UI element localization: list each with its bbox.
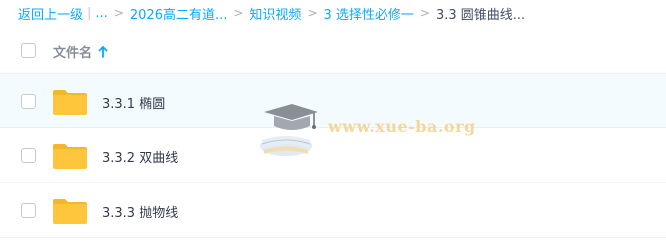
breadcrumb-item-course[interactable]: 2026高二有道... bbox=[130, 4, 227, 23]
file-name[interactable]: 3.3.1 椭圆 bbox=[102, 93, 165, 112]
chevron-right-icon: > bbox=[233, 6, 244, 20]
chevron-right-icon: > bbox=[307, 6, 318, 20]
select-all-checkbox[interactable] bbox=[21, 43, 36, 58]
folder-icon bbox=[53, 144, 87, 169]
breadcrumb-item-videos[interactable]: 知识视频 bbox=[249, 4, 301, 23]
list-header: 文件名 bbox=[0, 30, 666, 72]
row-checkbox[interactable] bbox=[21, 94, 36, 109]
arrow-up-icon[interactable] bbox=[98, 45, 108, 58]
list-item[interactable]: 3.3.3 抛物线 bbox=[0, 183, 666, 238]
breadcrumb-current: 3.3 圆锥曲线... bbox=[435, 7, 526, 23]
breadcrumb: 返回上一级 | ... > 2026高二有道... > 知识视频 > 3 选择性… bbox=[18, 4, 526, 23]
folder-icon bbox=[53, 90, 87, 115]
file-browser: 返回上一级 | ... > 2026高二有道... > 知识视频 > 3 选择性… bbox=[0, 0, 666, 241]
list-item[interactable]: 3.3.1 椭圆 bbox=[0, 73, 666, 128]
chevron-right-icon: > bbox=[419, 6, 430, 20]
file-name[interactable]: 3.3.3 抛物线 bbox=[102, 202, 178, 221]
breadcrumb-divider: | bbox=[87, 5, 92, 21]
row-checkbox[interactable] bbox=[21, 148, 36, 163]
folder-icon bbox=[53, 199, 87, 224]
filename-column-header[interactable]: 文件名 bbox=[53, 42, 108, 61]
file-name[interactable]: 3.3.2 双曲线 bbox=[102, 147, 178, 166]
list-item[interactable]: 3.3.2 双曲线 bbox=[0, 128, 666, 183]
row-checkbox[interactable] bbox=[21, 203, 36, 218]
file-list: 3.3.1 椭圆 3.3.2 双曲线 3.3.3 抛物线 bbox=[0, 73, 666, 238]
chevron-right-icon: > bbox=[113, 6, 124, 20]
back-link[interactable]: 返回上一级 bbox=[18, 4, 83, 23]
breadcrumb-item-elective[interactable]: 3 选择性必修一 bbox=[324, 4, 414, 23]
breadcrumb-ellipsis[interactable]: ... bbox=[95, 6, 107, 21]
filename-header-label: 文件名 bbox=[53, 46, 93, 61]
